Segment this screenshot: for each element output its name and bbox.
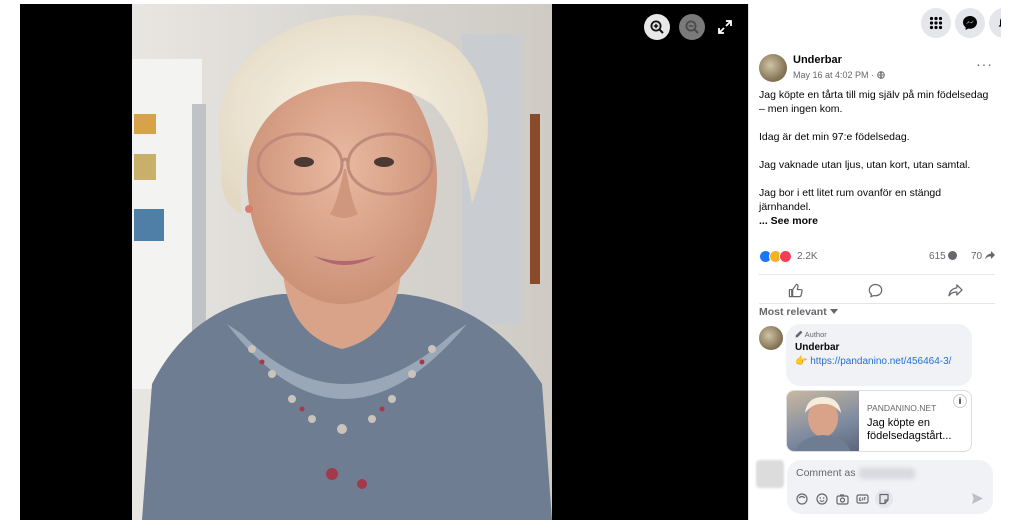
comment-button[interactable] bbox=[865, 281, 885, 299]
comment-bubble-icon bbox=[948, 251, 958, 260]
fullscreen-button[interactable] bbox=[712, 14, 738, 40]
like-button[interactable] bbox=[785, 281, 805, 299]
camera-icon bbox=[835, 494, 849, 505]
globe-icon bbox=[876, 71, 885, 80]
menu-button[interactable] bbox=[921, 8, 951, 38]
photo-viewer-window: Underbar May 16 at 4:02 PM · ··· Jag köp… bbox=[20, 4, 1001, 520]
comment-sort-dropdown[interactable]: Most relevant bbox=[759, 306, 838, 318]
shares-count-text: 70 bbox=[971, 251, 983, 262]
post-side-panel: Underbar May 16 at 4:02 PM · ··· Jag köp… bbox=[748, 4, 1001, 520]
page-avatar[interactable] bbox=[759, 54, 787, 82]
post-options-button[interactable]: ··· bbox=[976, 56, 993, 72]
zoom-out-button[interactable] bbox=[679, 14, 705, 40]
emoji-icon bbox=[816, 493, 828, 505]
thumbs-up-icon bbox=[788, 283, 803, 297]
avatar-sticker-icon bbox=[796, 493, 808, 505]
share-button[interactable] bbox=[945, 281, 965, 299]
pencil-icon bbox=[795, 330, 803, 338]
shares-count[interactable]: 70 bbox=[971, 251, 995, 262]
author-badge: Author bbox=[795, 330, 963, 339]
photo-button[interactable] bbox=[835, 492, 849, 506]
thumbnail-photo bbox=[795, 397, 851, 451]
send-button[interactable] bbox=[971, 492, 985, 506]
messenger-button[interactable] bbox=[955, 8, 985, 38]
link-preview-thumbnail bbox=[787, 391, 859, 451]
comment-composer[interactable]: Comment as bbox=[787, 460, 993, 514]
comments-count[interactable]: 615 bbox=[929, 251, 958, 262]
commenter-avatar[interactable] bbox=[759, 326, 783, 350]
comment-url-link[interactable]: https://pandanino.net/456464-3/ bbox=[810, 356, 951, 367]
send-icon bbox=[972, 493, 983, 504]
love-reaction-icon bbox=[779, 250, 792, 263]
comment-text: 👉 https://pandanino.net/456464-3/ bbox=[795, 355, 963, 368]
notifications-icon bbox=[998, 18, 1001, 27]
post-header: Underbar May 16 at 4:02 PM · ··· bbox=[759, 52, 995, 86]
link-preview-domain: PANDANINO.NET bbox=[867, 403, 937, 413]
info-icon[interactable]: i bbox=[953, 394, 967, 408]
grid-menu-icon bbox=[929, 16, 943, 30]
link-preview-card[interactable]: PANDANINO.NET Jag köpte en födelsedagstå… bbox=[786, 390, 972, 452]
zoom-out-icon bbox=[685, 20, 699, 34]
post-author[interactable]: Underbar bbox=[793, 54, 842, 66]
emoji-button[interactable] bbox=[815, 492, 829, 506]
reactions-count[interactable]: 2.2K bbox=[797, 251, 818, 262]
post-time-text: May 16 at 4:02 PM · bbox=[793, 70, 877, 80]
link-preview-title: Jag köpte en födelsedagstårt... bbox=[867, 417, 952, 442]
caret-down-icon bbox=[829, 309, 838, 314]
commenter-name[interactable]: Underbar bbox=[795, 342, 963, 353]
redacted-username bbox=[859, 468, 915, 479]
gif-icon bbox=[855, 494, 869, 504]
post-timestamp[interactable]: May 16 at 4:02 PM · bbox=[793, 70, 885, 80]
see-more-link[interactable]: ... See more bbox=[759, 214, 991, 228]
comment-input-placeholder: Comment as bbox=[796, 467, 856, 479]
post-text: Jag köpte en tårta till mig själv på min… bbox=[759, 88, 991, 228]
expand-icon bbox=[718, 20, 732, 34]
messenger-icon bbox=[963, 16, 977, 30]
comments-count-text: 615 bbox=[929, 251, 946, 262]
pointing-hand-emoji: 👉 bbox=[795, 356, 808, 367]
zoom-in-icon bbox=[650, 20, 664, 34]
photo-elderly-woman bbox=[132, 4, 552, 520]
reactions-bar: 2.2K 615 70 bbox=[759, 250, 997, 266]
sticker-button[interactable] bbox=[875, 490, 893, 508]
post-actions bbox=[759, 274, 995, 304]
post-paragraph: Jag bor i ett litet rum ovanför en stäng… bbox=[759, 187, 942, 213]
media-viewer bbox=[20, 4, 748, 520]
share-icon bbox=[947, 283, 963, 296]
post-paragraph: Jag vaknade utan ljus, utan kort, utan s… bbox=[759, 159, 971, 171]
author-badge-label: Author bbox=[804, 330, 827, 339]
share-arrow-icon bbox=[984, 251, 995, 260]
comment-icon bbox=[868, 283, 882, 298]
zoom-in-button[interactable] bbox=[644, 14, 670, 40]
gif-button[interactable] bbox=[855, 492, 869, 506]
post-paragraph: Idag är det min 97:e födelsedag. bbox=[759, 131, 910, 143]
current-user-avatar bbox=[756, 460, 784, 488]
post-photo[interactable] bbox=[132, 4, 552, 520]
comment-bubble: Author Underbar 👉 https://pandanino.net/… bbox=[786, 324, 972, 386]
sticker-icon bbox=[879, 493, 889, 505]
avatar-sticker-button[interactable] bbox=[795, 492, 809, 506]
comment-sort-label: Most relevant bbox=[759, 306, 827, 318]
notifications-button[interactable] bbox=[989, 8, 1001, 38]
post-paragraph: Jag köpte en tårta till mig själv på min… bbox=[759, 89, 989, 115]
